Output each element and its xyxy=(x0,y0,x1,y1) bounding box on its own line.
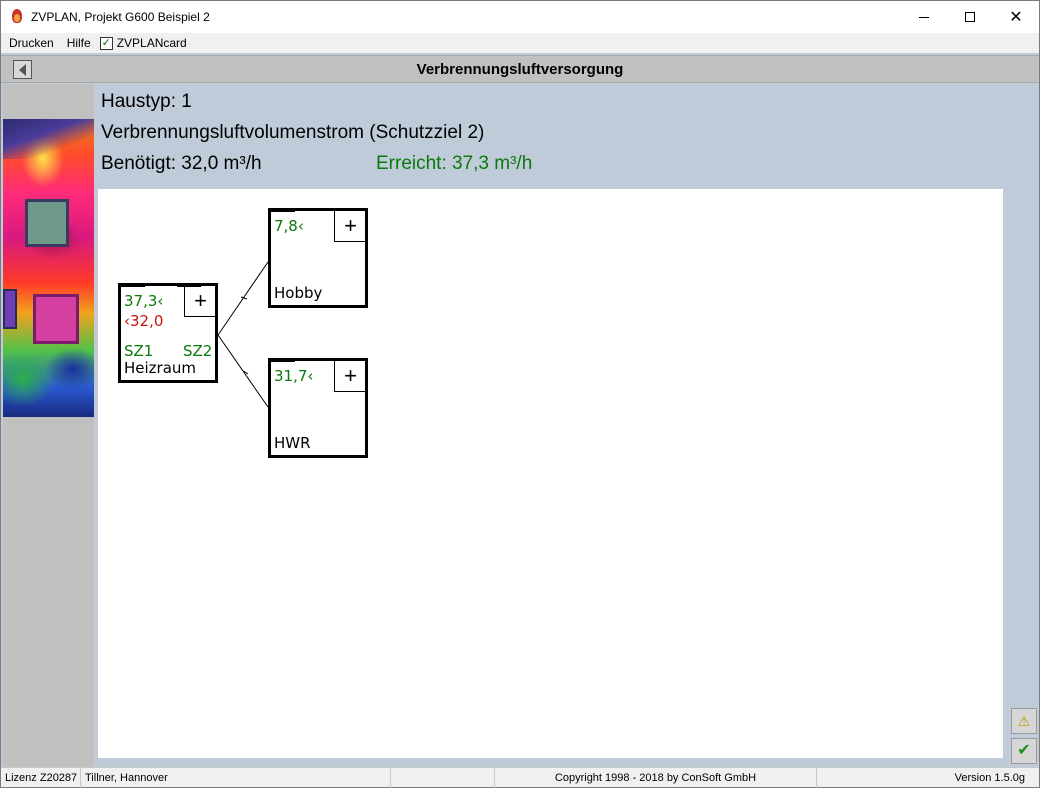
page-header: Verbrennungsluftversorgung xyxy=(1,55,1039,83)
back-arrow-icon xyxy=(19,63,26,76)
status-bar: Lizenz Z20287 Tillner, Hannover Copyrigh… xyxy=(1,767,1039,788)
zvplancard-toggle[interactable]: ✓ ZVPLANcard xyxy=(99,36,187,50)
warning-icon: ⚠ xyxy=(1017,713,1031,729)
benoetigt-text: Benötigt: 32,0 m³/h xyxy=(101,153,262,174)
hwr-add-button[interactable]: + xyxy=(334,360,366,392)
close-icon: ✕ xyxy=(1009,7,1023,26)
heizraum-label: Heizraum xyxy=(124,359,197,377)
app-flame-icon xyxy=(9,9,25,25)
window-title: ZVPLAN, Projekt G600 Beispiel 2 xyxy=(31,10,210,24)
heizraum-value-benoetigt: ‹32,0 xyxy=(124,312,164,330)
warning-button[interactable]: ⚠ xyxy=(1011,708,1037,734)
room-heizraum[interactable]: + 37,3‹ ‹32,0 SZ1 SZ2 Heizraum xyxy=(118,283,218,383)
maximize-button[interactable] xyxy=(947,1,993,33)
hobby-add-button[interactable]: + xyxy=(334,210,366,242)
status-lizenz: Lizenz Z20287 xyxy=(1,768,81,788)
status-copyright: Copyright 1998 - 2018 by ConSoft GmbH xyxy=(495,768,817,788)
erreicht-text: Erreicht: 37,3 m³/h xyxy=(376,153,533,174)
maximize-icon xyxy=(965,12,975,22)
page-title: Verbrennungsluftversorgung xyxy=(416,61,624,78)
room-hwr[interactable]: + 31,7‹ HWR xyxy=(268,358,368,458)
minimize-icon xyxy=(919,16,929,18)
thermal-house-image xyxy=(3,119,94,417)
hwr-label: HWR xyxy=(274,434,311,452)
heizraum-value-erreicht: 37,3‹ xyxy=(124,292,164,310)
heizraum-add-button[interactable]: + xyxy=(184,285,216,317)
diagram-canvas: + 37,3‹ ‹32,0 SZ1 SZ2 Heizraum + 7,8‹ Ho… xyxy=(98,189,1003,758)
status-version: Version 1.5.0g xyxy=(954,772,1025,784)
app-window: ZVPLAN, Projekt G600 Beispiel 2 ✕ Drucke… xyxy=(0,0,1040,788)
menu-hilfe[interactable]: Hilfe xyxy=(61,36,98,50)
status-owner: Tillner, Hannover xyxy=(81,768,391,788)
back-button[interactable] xyxy=(13,60,32,79)
status-spacer-1 xyxy=(391,768,495,788)
menu-bar: Drucken Hilfe ✓ ZVPLANcard xyxy=(1,33,1039,53)
left-sidebar xyxy=(3,84,94,767)
confirm-button[interactable]: ✔ xyxy=(1011,738,1037,764)
hwr-value: 31,7‹ xyxy=(274,367,314,385)
minimize-button[interactable] xyxy=(901,1,947,33)
room-hobby[interactable]: + 7,8‹ Hobby xyxy=(268,208,368,308)
checkmark-icon: ✔ xyxy=(1017,742,1031,759)
haustyp-text: Haustyp: 1 xyxy=(101,91,192,112)
title-bar: ZVPLAN, Projekt G600 Beispiel 2 ✕ xyxy=(1,1,1039,33)
volumenstrom-heading: Verbrennungsluftvolumenstrom (Schutzziel… xyxy=(101,122,485,143)
hobby-label: Hobby xyxy=(274,284,323,302)
menu-drucken[interactable]: Drucken xyxy=(1,36,61,50)
connection-lines xyxy=(217,261,269,408)
close-button[interactable]: ✕ xyxy=(993,1,1039,33)
zvplancard-checkbox[interactable]: ✓ xyxy=(99,36,113,50)
heizraum-sz2: SZ2 xyxy=(183,342,213,360)
hobby-value: 7,8‹ xyxy=(274,217,304,235)
heizraum-sz1: SZ1 xyxy=(124,342,154,360)
connector-heizraum-hobby xyxy=(217,261,269,336)
zvplancard-label: ZVPLANcard xyxy=(116,36,187,50)
